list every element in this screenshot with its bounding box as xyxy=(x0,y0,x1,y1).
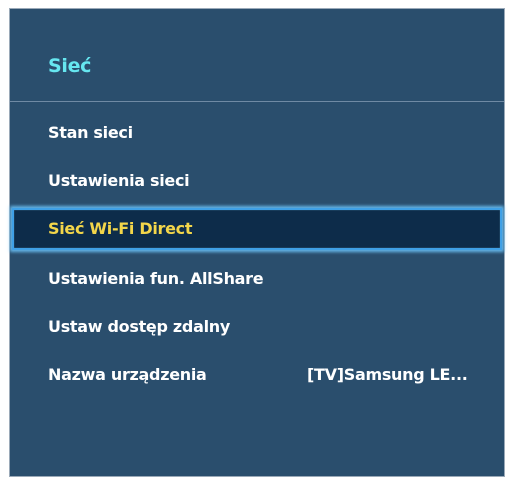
network-menu-panel: Sieć Stan sieci Ustawienia sieci Sieć Wi… xyxy=(9,8,505,477)
menu-item-device-name[interactable]: Nazwa urządzenia [TV]Samsung LE... xyxy=(10,351,504,399)
menu-item-network-settings[interactable]: Ustawienia sieci xyxy=(10,157,504,205)
menu-title: Sieć xyxy=(48,55,92,77)
menu-item-label: Ustawienia sieci xyxy=(48,171,190,190)
menu-item-remote-access[interactable]: Ustaw dostęp zdalny xyxy=(10,303,504,351)
menu-item-network-status[interactable]: Stan sieci xyxy=(10,109,504,157)
menu-list: Stan sieci Ustawienia sieci Sieć Wi-Fi D… xyxy=(10,109,504,399)
menu-item-allshare-settings[interactable]: Ustawienia fun. AllShare xyxy=(10,255,504,303)
menu-item-label: Stan sieci xyxy=(48,123,133,142)
menu-item-label: Nazwa urządzenia xyxy=(48,365,207,384)
device-name-value: [TV]Samsung LE... xyxy=(307,365,468,384)
title-divider xyxy=(10,101,504,102)
menu-item-label: Sieć Wi-Fi Direct xyxy=(48,219,193,238)
menu-item-wifi-direct[interactable]: Sieć Wi-Fi Direct xyxy=(12,208,502,250)
menu-item-label: Ustawienia fun. AllShare xyxy=(48,269,264,288)
menu-item-label: Ustaw dostęp zdalny xyxy=(48,317,230,336)
